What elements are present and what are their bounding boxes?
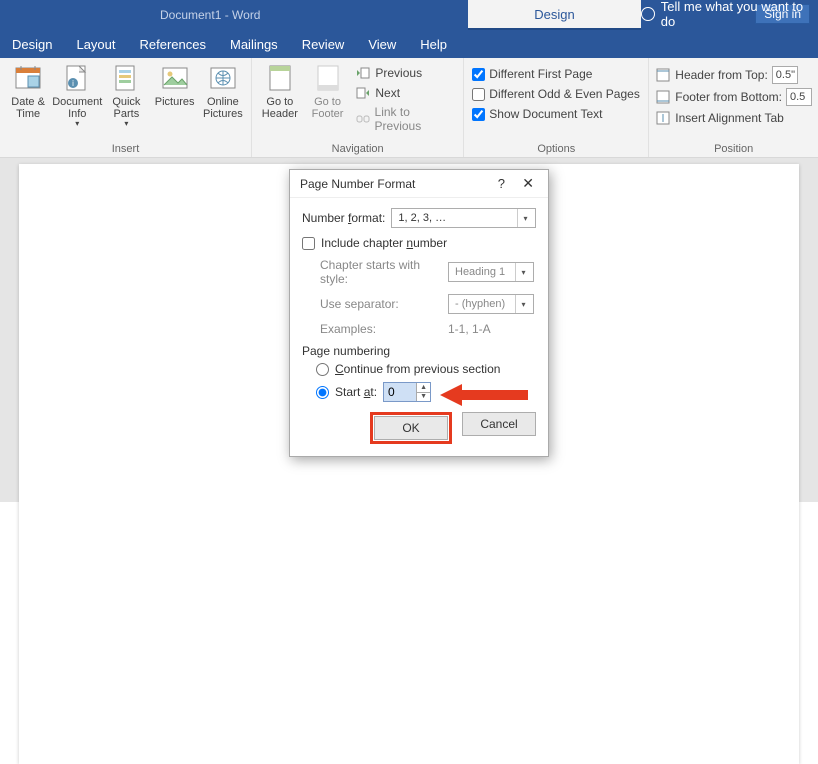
tell-me-label: Tell me what you want to do: [661, 0, 818, 29]
tell-me-search[interactable]: Tell me what you want to do: [641, 0, 818, 28]
group-label-position: Position: [655, 141, 812, 155]
group-options: Different First Page Different Odd & Eve…: [464, 58, 649, 157]
online-pictures-icon: [209, 64, 237, 92]
previous-button[interactable]: Previous: [353, 64, 457, 82]
goto-header-button[interactable]: Go to Header: [258, 62, 302, 134]
include-chapter-number-checkbox[interactable]: Include chapter number: [302, 236, 536, 250]
document-info-icon: i: [63, 64, 91, 92]
examples-value: 1-1, 1-A: [448, 322, 491, 336]
previous-icon: [355, 65, 371, 81]
pictures-button[interactable]: Pictures: [153, 62, 197, 128]
chevron-down-icon: ▾: [515, 295, 531, 313]
goto-header-icon: [266, 64, 294, 92]
quick-parts-button[interactable]: Quick Parts▾: [104, 62, 148, 128]
header-from-top-input[interactable]: 0.5": [772, 66, 798, 84]
group-position: Header from Top: 0.5" Footer from Bottom:…: [649, 58, 818, 157]
ok-button-highlight: OK: [370, 412, 452, 444]
dialog-close-button[interactable]: ✕: [516, 175, 540, 191]
alignment-tab-icon: [655, 110, 671, 126]
dialog-title: Page Number Format: [300, 177, 415, 191]
spin-down-icon[interactable]: ▼: [416, 393, 430, 402]
document-info-button[interactable]: i Document Info▾: [54, 62, 100, 128]
chapter-style-label: Chapter starts with style:: [320, 258, 442, 286]
number-format-label: Number format:: [302, 211, 385, 225]
date-time-button[interactable]: Date & Time: [6, 62, 50, 128]
goto-footer-icon: [314, 64, 342, 92]
chevron-down-icon: ▾: [517, 209, 533, 227]
group-label-options: Options: [470, 141, 642, 155]
start-at-spinner[interactable]: ▲▼: [383, 382, 431, 402]
ribbon: Date & Time i Document Info▾ Quick Parts…: [0, 58, 818, 158]
ok-button[interactable]: OK: [374, 416, 448, 440]
document-title: Document1 - Word: [160, 8, 260, 22]
header-from-top-label: Header from Top:: [675, 68, 768, 82]
dropdown-icon: ▾: [75, 120, 79, 128]
header-top-icon: [655, 67, 671, 83]
different-first-page-checkbox[interactable]: Different First Page: [470, 66, 642, 82]
group-label-navigation: Navigation: [258, 141, 457, 155]
tab-layout[interactable]: Layout: [64, 30, 127, 58]
spin-up-icon[interactable]: ▲: [416, 383, 430, 393]
next-icon: [355, 85, 371, 101]
link-icon: [355, 111, 370, 127]
start-at-input[interactable]: [384, 383, 416, 401]
insert-alignment-tab-button[interactable]: Insert Alignment Tab: [655, 110, 812, 126]
continue-previous-radio[interactable]: Continue from previous section: [302, 362, 536, 376]
group-label-insert: Insert: [6, 141, 245, 155]
chapter-style-combo: Heading 1▾: [448, 262, 534, 282]
pictures-icon: [161, 64, 189, 92]
tab-help[interactable]: Help: [408, 30, 459, 58]
next-button[interactable]: Next: [353, 84, 457, 102]
separator-label: Use separator:: [320, 297, 442, 311]
cancel-button[interactable]: Cancel: [462, 412, 536, 436]
annotation-arrow-icon: [440, 380, 530, 410]
footer-from-bottom-input[interactable]: 0.5: [786, 88, 812, 106]
footer-bottom-icon: [655, 89, 671, 105]
tab-design-context[interactable]: Design: [468, 0, 641, 28]
quick-parts-icon: [112, 64, 140, 92]
footer-from-bottom-label: Footer from Bottom:: [675, 90, 782, 104]
link-previous-button: Link to Previous: [353, 104, 457, 134]
tab-design[interactable]: Design: [0, 30, 64, 58]
group-insert: Date & Time i Document Info▾ Quick Parts…: [0, 58, 252, 157]
chevron-down-icon: ▾: [515, 263, 531, 281]
number-format-combo[interactable]: 1, 2, 3, …▾: [391, 208, 536, 228]
ribbon-tabs: Design Layout References Mailings Review…: [0, 30, 818, 58]
different-odd-even-checkbox[interactable]: Different Odd & Even Pages: [470, 86, 642, 102]
tab-references[interactable]: References: [128, 30, 218, 58]
page-numbering-section-label: Page numbering: [302, 344, 536, 358]
page-number-format-dialog: Page Number Format ? ✕ Number format: 1,…: [289, 169, 549, 457]
dropdown-icon: ▾: [124, 120, 128, 128]
start-at-radio[interactable]: Start at:: [316, 385, 377, 399]
tab-view[interactable]: View: [356, 30, 408, 58]
dialog-titlebar: Page Number Format ? ✕: [290, 170, 548, 198]
lightbulb-icon: [641, 7, 655, 21]
goto-footer-button: Go to Footer: [306, 62, 350, 134]
calendar-icon: [14, 64, 42, 92]
show-document-text-checkbox[interactable]: Show Document Text: [470, 106, 642, 122]
group-navigation: Go to Header Go to Footer Previous Next …: [252, 58, 464, 157]
examples-label: Examples:: [320, 322, 442, 336]
dialog-help-button[interactable]: ?: [490, 176, 513, 191]
online-pictures-button[interactable]: Online Pictures: [201, 62, 245, 128]
tab-review[interactable]: Review: [290, 30, 357, 58]
svg-text:i: i: [72, 79, 74, 88]
separator-combo: - (hyphen)▾: [448, 294, 534, 314]
tab-mailings[interactable]: Mailings: [218, 30, 290, 58]
